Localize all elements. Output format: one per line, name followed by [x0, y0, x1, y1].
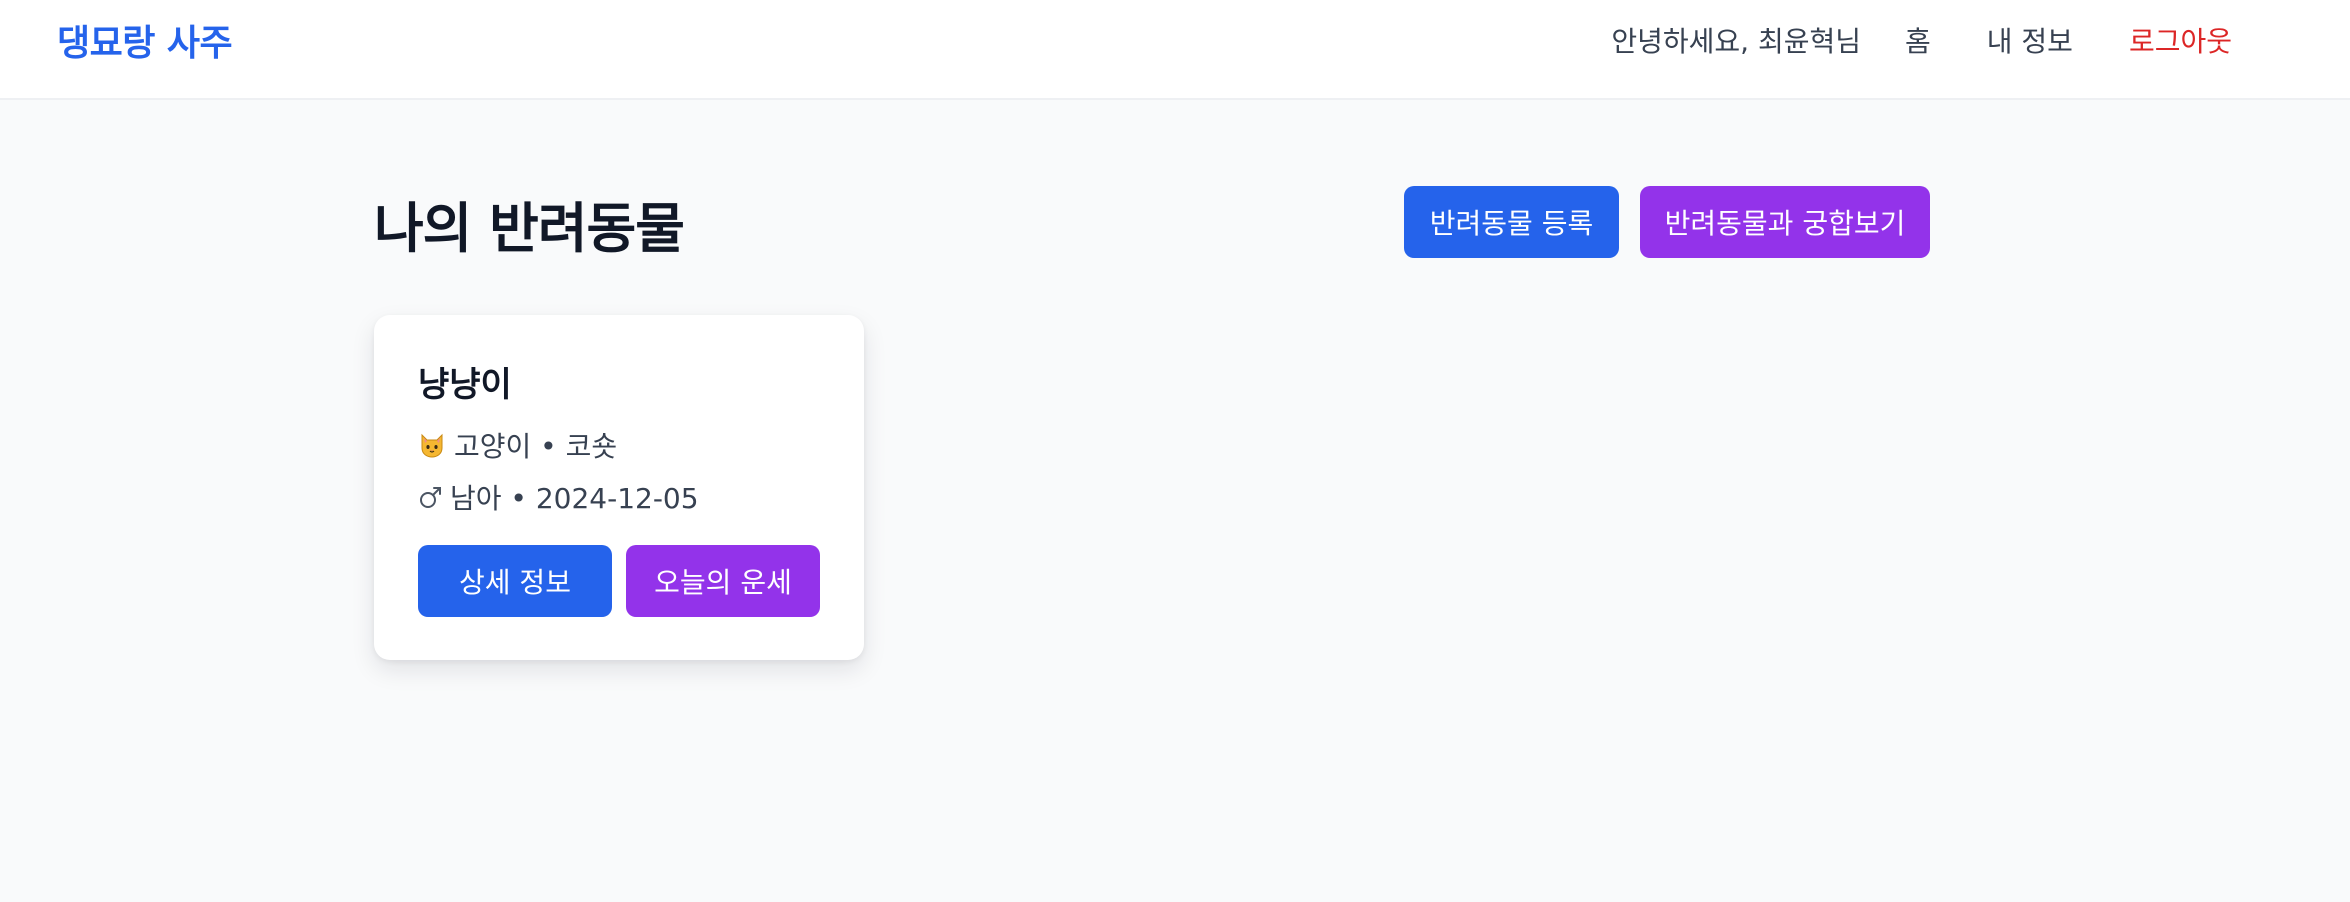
male-sign-icon — [420, 487, 441, 508]
logout-link[interactable]: 로그아웃 — [2129, 20, 2232, 60]
register-pet-button[interactable]: 반려동물 등록 — [1404, 186, 1619, 258]
pet-name: 냥냥이 — [418, 365, 512, 405]
user-greeting: 안녕하세요, 최윤혁님 — [1611, 25, 1861, 58]
main-nav: 안녕하세요, 최윤혁님 홈 내 정보 로그아웃 — [1611, 20, 2232, 60]
pet-species-text: 고양이 • 코숏 — [454, 430, 618, 463]
nav-profile-link[interactable]: 내 정보 — [1987, 20, 2073, 60]
pet-card: 냥냥이 고양이 • 코숏 남아 • 2024-12-05 상세 정보 오늘의 운… — [374, 315, 864, 660]
cat-face-icon — [421, 433, 443, 458]
pet-gender-line: 남아 • 2024-12-05 — [418, 477, 699, 517]
pet-species-line: 고양이 • 코숏 — [418, 425, 617, 465]
nav-home-link[interactable]: 홈 — [1905, 20, 1931, 60]
pet-fortune-button[interactable]: 오늘의 운세 — [626, 545, 820, 617]
pet-gender-text: 남아 • 2024-12-05 — [450, 482, 699, 515]
brand-logo[interactable]: 댕묘랑 사주 — [57, 14, 233, 66]
top-navbar: 댕묘랑 사주 안녕하세요, 최윤혁님 홈 내 정보 로그아웃 — [0, 0, 2350, 100]
pet-compatibility-button[interactable]: 반려동물과 궁합보기 — [1640, 186, 1930, 258]
pet-detail-button[interactable]: 상세 정보 — [418, 545, 612, 617]
page-title: 나의 반려동물 — [374, 197, 685, 260]
